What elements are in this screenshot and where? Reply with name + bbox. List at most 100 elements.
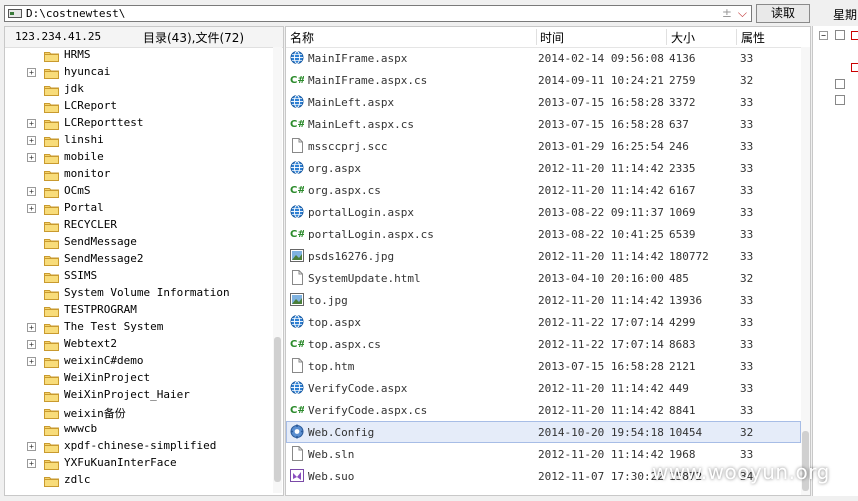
file-attr: 32	[740, 74, 754, 87]
folder-item[interactable]: SendMessage2	[5, 251, 271, 268]
red-marker-icon	[851, 63, 858, 72]
file-time: 2012-11-22 17:07:14	[538, 338, 664, 351]
expand-icon[interactable]: +	[27, 459, 36, 468]
path-input[interactable]: D:\costnewtest\ ± ⌵	[4, 5, 752, 22]
folder-item[interactable]: + Portal	[5, 200, 271, 217]
column-name[interactable]: 名称	[290, 29, 314, 46]
file-row[interactable]: SystemUpdate.html 2013-04-10 20:16:00 485 3…	[286, 267, 801, 289]
file-time: 2012-11-20 11:14:42	[538, 184, 664, 197]
file-row[interactable]: org.aspx 2012-11-20 11:14:42 2335 33	[286, 157, 801, 179]
folder-icon	[44, 358, 59, 368]
folder-item[interactable]: + The Test System	[5, 319, 271, 336]
expand-icon[interactable]: +	[27, 153, 36, 162]
file-row[interactable]: MainIFrame.aspx 2014-02-14 09:56:08 4136 33	[286, 47, 801, 69]
folder-item[interactable]: + linshi	[5, 132, 271, 149]
folder-item[interactable]: SSIMS	[5, 268, 271, 285]
folder-item[interactable]: WeiXinProject	[5, 370, 271, 387]
file-row[interactable]: C# MainLeft.aspx.cs 2013-07-15 16:58:28 637…	[286, 113, 801, 135]
folder-item[interactable]: + LCReporttest	[5, 115, 271, 132]
folder-item[interactable]: + mobile	[5, 149, 271, 166]
folder-item[interactable]: + xpdf-chinese-simplified	[5, 438, 271, 455]
folder-item[interactable]: SendMessage	[5, 234, 271, 251]
folder-item[interactable]: LCReport	[5, 98, 271, 115]
folder-item[interactable]: zdlc	[5, 472, 271, 489]
file-time: 2013-07-15 16:58:28	[538, 118, 664, 131]
file-row[interactable]: top.htm 2013-07-15 16:58:28 2121 33	[286, 355, 801, 377]
folder-name: TESTPROGRAM	[64, 303, 137, 316]
file-row[interactable]: top.aspx 2012-11-22 17:07:14 4299 33	[286, 311, 801, 333]
folder-item[interactable]: + OCmS	[5, 183, 271, 200]
expand-icon[interactable]: +	[27, 204, 36, 213]
folder-tree-header: 123.234.41.25 目录(43),文件(72)	[5, 27, 283, 48]
column-attr[interactable]: 属性	[741, 29, 765, 46]
file-row[interactable]: Web.Config 2014-10-20 19:54:18 10454 32	[286, 421, 801, 443]
file-attr: 33	[740, 140, 754, 153]
column-divider[interactable]	[666, 29, 667, 45]
file-row[interactable]: C# VerifyCode.aspx.cs 2012-11-20 11:14:42 8…	[286, 399, 801, 421]
file-size: 180772	[669, 250, 709, 263]
expand-icon[interactable]: +	[27, 323, 36, 332]
file-row[interactable]: C# org.aspx.cs 2012-11-20 11:14:42 6167 33	[286, 179, 801, 201]
file-row[interactable]: C# top.aspx.cs 2012-11-22 17:07:14 8683 33	[286, 333, 801, 355]
folder-item[interactable]: + Webtext2	[5, 336, 271, 353]
checkbox[interactable]	[835, 95, 845, 105]
expand-icon[interactable]: +	[27, 357, 36, 366]
file-time: 2012-11-20 11:14:42	[538, 448, 664, 461]
file-row[interactable]: mssccprj.scc 2013-01-29 16:25:54 246 33	[286, 135, 801, 157]
folder-item[interactable]: wwwcb	[5, 421, 271, 438]
side-panel: −	[812, 26, 858, 496]
folder-item[interactable]: System Volume Information	[5, 285, 271, 302]
column-size[interactable]: 大小	[671, 29, 695, 46]
folder-name: zdlc	[64, 473, 91, 486]
folder-item[interactable]: + YXFuKuanInterFace	[5, 455, 271, 472]
expand-icon[interactable]: −	[819, 31, 828, 40]
file-size: 2759	[669, 74, 696, 87]
watermark: www.wooyun.org	[652, 460, 830, 484]
read-button[interactable]: 读取	[756, 4, 810, 23]
expand-icon[interactable]: +	[27, 68, 36, 77]
tree-scrollbar-thumb[interactable]	[274, 337, 281, 482]
expand-icon[interactable]: +	[27, 442, 36, 451]
folder-item[interactable]: RECYCLER	[5, 217, 271, 234]
file-size: 1069	[669, 206, 696, 219]
file-row[interactable]: VerifyCode.aspx 2012-11-20 11:14:42 449 33	[286, 377, 801, 399]
folder-item[interactable]: jdk	[5, 81, 271, 98]
file-attr: 33	[740, 96, 754, 109]
column-divider[interactable]	[736, 29, 737, 45]
folder-item[interactable]: TESTPROGRAM	[5, 302, 271, 319]
weekday-label: 星期	[833, 8, 858, 22]
dropdown-chevron-icon[interactable]: ⌵	[738, 6, 747, 20]
path-controls[interactable]: ± ⌵	[722, 6, 747, 21]
column-time[interactable]: 时间	[540, 29, 564, 46]
expand-icon[interactable]: +	[27, 340, 36, 349]
file-row[interactable]: portalLogin.aspx 2013-08-22 09:11:37 1069 3…	[286, 201, 801, 223]
folder-item[interactable]: weixin备份	[5, 404, 271, 421]
folder-name: LCReporttest	[64, 116, 144, 129]
globe-icon	[290, 95, 304, 108]
folder-name: Webtext2	[64, 337, 117, 350]
file-attr: 33	[740, 382, 754, 395]
file-row[interactable]: C# MainIFrame.aspx.cs 2014-09-11 10:24:21 2…	[286, 69, 801, 91]
folder-item[interactable]: + hyuncai	[5, 64, 271, 81]
column-divider[interactable]	[536, 29, 537, 45]
file-name: Web.sln	[308, 448, 355, 461]
expand-icon[interactable]: +	[27, 187, 36, 196]
file-row[interactable]: C# portalLogin.aspx.cs 2013-08-22 10:41:25…	[286, 223, 801, 245]
folder-item[interactable]: + weixinC#demo	[5, 353, 271, 370]
expand-icon[interactable]: +	[27, 136, 36, 145]
file-row[interactable]: to.jpg 2012-11-20 11:14:42 13936 33	[286, 289, 801, 311]
plus-minus-icon[interactable]: ±	[722, 6, 732, 20]
csharp-icon: C#	[290, 339, 304, 350]
folder-item[interactable]: WeiXinProject_Haier	[5, 387, 271, 404]
folder-item[interactable]: monitor	[5, 166, 271, 183]
folder-item[interactable]: HRMS	[5, 47, 271, 64]
checkbox[interactable]	[835, 30, 845, 40]
expand-icon[interactable]: +	[27, 119, 36, 128]
checkbox[interactable]	[835, 79, 845, 89]
tree-scrollbar[interactable]	[273, 47, 282, 493]
file-list-scrollbar[interactable]	[801, 47, 810, 495]
red-marker-icon	[851, 31, 858, 40]
file-row[interactable]: MainLeft.aspx 2013-07-15 16:58:28 3372 33	[286, 91, 801, 113]
file-attr: 33	[740, 118, 754, 131]
file-row[interactable]: psds16276.jpg 2012-11-20 11:14:42 180772 33	[286, 245, 801, 267]
